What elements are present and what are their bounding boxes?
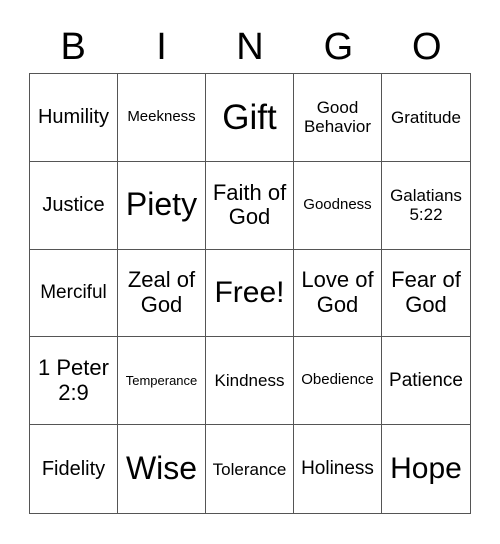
bingo-cell[interactable]: Holiness [294,425,382,513]
bingo-cell[interactable]: Justice [30,161,118,250]
free-space-cell[interactable]: Free! [206,249,294,338]
bingo-cell[interactable]: Obedience [294,337,382,426]
bingo-cell[interactable]: Humility [30,74,118,162]
header-letter-g: G [323,26,354,68]
header-letter-o: O [411,26,442,68]
bingo-cell[interactable]: Gift [206,74,294,162]
bingo-cell[interactable]: Goodness [294,161,382,250]
bingo-cell[interactable]: Galatians 5:22 [382,162,470,250]
bingo-cell[interactable]: Zeal of God [118,249,206,338]
bingo-cell[interactable]: Wise [118,425,206,513]
bingo-cell[interactable]: Merciful [30,249,118,338]
bingo-header: B I N G O [29,22,471,72]
bingo-cell[interactable]: Love of God [294,249,382,338]
bingo-cell[interactable]: Hope [382,425,470,513]
bingo-cell[interactable]: Good Behavior [294,74,382,162]
header-letter-i: I [156,26,167,68]
header-letter-b: B [60,26,86,68]
bingo-cell[interactable]: Faith of God [206,161,294,250]
bingo-cell[interactable]: Tolerance [206,425,294,513]
bingo-cell[interactable]: Fear of God [382,250,470,338]
bingo-cell[interactable]: Gratitude [382,74,470,162]
bingo-cell[interactable]: Patience [382,337,470,426]
bingo-cell[interactable]: Temperance [118,337,206,426]
bingo-cell[interactable]: Fidelity [30,425,118,513]
bingo-cell[interactable]: Piety [118,161,206,250]
bingo-grid: Humility Meekness Gift Good Behavior Gra… [29,73,471,514]
bingo-cell[interactable]: Kindness [206,337,294,426]
header-letter-n: N [236,26,264,68]
bingo-cell[interactable]: Meekness [118,74,206,162]
bingo-cell[interactable]: 1 Peter 2:9 [30,337,118,426]
